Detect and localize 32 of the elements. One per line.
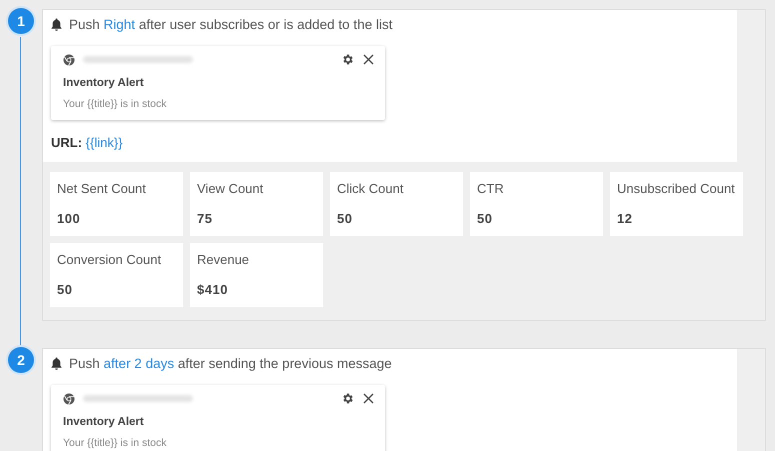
close-icon[interactable] bbox=[363, 393, 374, 404]
trigger-text: Push after 2 days after sending the previous message bbox=[69, 356, 392, 371]
notification-body: Your {{title}} is in stock bbox=[63, 98, 168, 110]
browser-icon bbox=[63, 54, 75, 66]
settings-icon[interactable] bbox=[341, 53, 354, 66]
notification-title: Inventory Alert bbox=[63, 77, 145, 89]
url-link[interactable]: {{link}} bbox=[86, 135, 123, 150]
browser-icon bbox=[63, 392, 75, 404]
stat-label: CTR bbox=[477, 181, 505, 196]
url-label: URL: bbox=[51, 135, 82, 150]
bell-icon bbox=[51, 18, 62, 31]
stat-value: 50 bbox=[477, 211, 494, 226]
trigger-text: Push Right after user subscribes or is added to the list bbox=[69, 17, 392, 32]
stat-label: Unsubscribed Count bbox=[617, 181, 736, 196]
stat-label: Click Count bbox=[337, 181, 404, 196]
stat-label: View Count bbox=[197, 181, 264, 196]
stat-value: 50 bbox=[337, 211, 354, 226]
bell-icon bbox=[51, 357, 62, 370]
stat-value: 50 bbox=[57, 282, 74, 297]
close-icon[interactable] bbox=[363, 54, 374, 65]
step-number: 1 bbox=[8, 8, 34, 34]
stat-value: 12 bbox=[617, 211, 634, 226]
stat-label: Revenue bbox=[197, 252, 250, 267]
stat-value: 100 bbox=[57, 211, 82, 226]
notification-title: Inventory Alert bbox=[63, 416, 145, 428]
stat-label: Net Sent Count bbox=[57, 181, 147, 196]
stat-label: Conversion Count bbox=[57, 252, 162, 267]
settings-icon[interactable] bbox=[341, 392, 354, 405]
notification-body: Your {{title}} is in stock bbox=[63, 437, 168, 449]
step-number: 2 bbox=[8, 347, 34, 373]
stat-value: 75 bbox=[197, 211, 214, 226]
stat-value: $410 bbox=[197, 282, 229, 297]
